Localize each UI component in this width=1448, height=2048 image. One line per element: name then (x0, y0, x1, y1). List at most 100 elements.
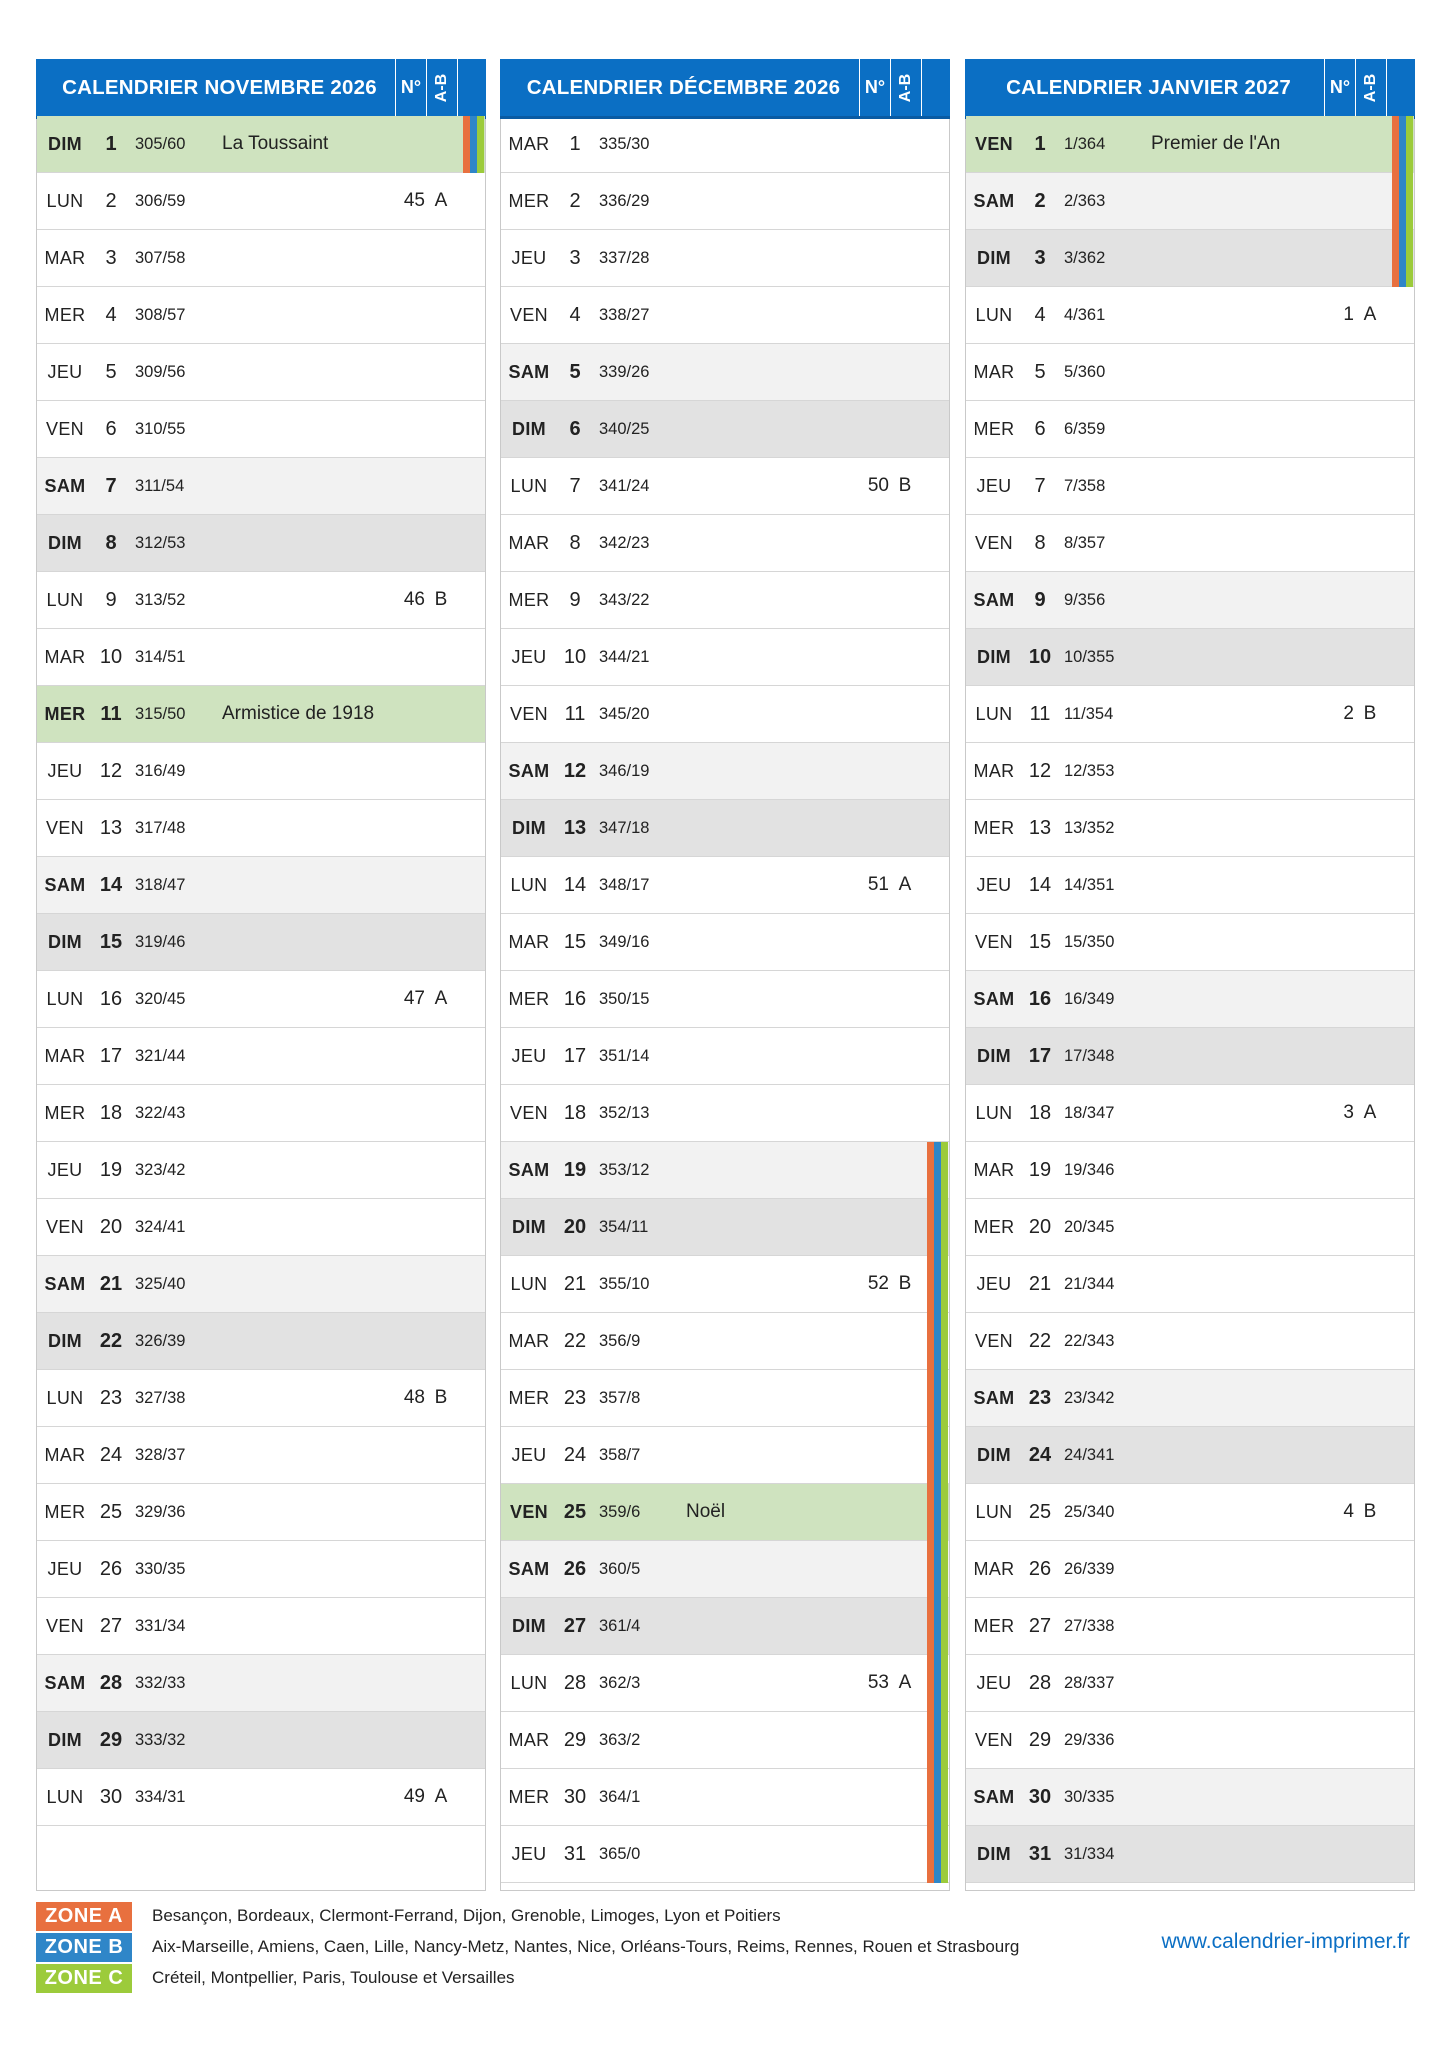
day-of-year: 343/22 (599, 590, 650, 609)
day-of-week: DIM (512, 418, 546, 439)
zone-b-bar (1399, 173, 1406, 230)
day-of-week: DIM (512, 1615, 546, 1636)
zone-a-bar (927, 1256, 934, 1313)
day-number: 25 (99, 1500, 123, 1523)
day-of-year: 308/57 (135, 305, 186, 324)
day-row: VEN 25 359/6 Noël (501, 1484, 949, 1541)
school-holiday-zones (927, 1256, 949, 1313)
day-of-year: 312/53 (135, 533, 186, 552)
day-row: MAR 24 328/37 (37, 1427, 485, 1484)
day-of-year: 7/358 (1064, 476, 1106, 495)
day-of-week: LUN (510, 475, 548, 496)
day-of-week: SAM (44, 1273, 86, 1294)
day-of-week: VEN (975, 532, 1013, 553)
month-december: CALENDRIER DÉCEMBRE 2026 N° A-B MAR 1 335/… (500, 59, 950, 1891)
day-row: JEU 31 365/0 (501, 1826, 949, 1883)
day-number: 5 (105, 360, 117, 383)
day-of-year: 316/49 (135, 761, 186, 780)
day-of-year: 6/359 (1064, 419, 1106, 438)
day-of-week: VEN (510, 1102, 548, 1123)
day-of-year: 22/343 (1064, 1331, 1115, 1350)
day-of-week: SAM (973, 589, 1015, 610)
day-number: 15 (563, 930, 587, 953)
day-of-year: 333/32 (135, 1730, 186, 1749)
day-of-week: SAM (44, 874, 86, 895)
day-row: MAR 17 321/44 (37, 1028, 485, 1085)
day-of-year: 310/55 (135, 419, 186, 438)
day-of-week: MER (44, 703, 86, 724)
school-holiday-zones (927, 1142, 949, 1199)
day-row: SAM 12 346/19 (501, 743, 949, 800)
day-of-year: 362/3 (599, 1673, 641, 1692)
day-of-year: 361/4 (599, 1616, 641, 1635)
day-number: 16 (563, 987, 587, 1010)
day-number: 11 (564, 702, 586, 725)
day-of-week: LUN (975, 304, 1013, 325)
day-row: SAM 14 318/47 (37, 857, 485, 914)
day-of-week: JEU (47, 1558, 83, 1579)
day-row: SAM 16 16/349 (966, 971, 1414, 1028)
day-number: 17 (1028, 1044, 1052, 1067)
day-row: MER 6 6/359 (966, 401, 1414, 458)
day-of-week: JEU (976, 1273, 1012, 1294)
day-of-year: 306/59 (135, 191, 186, 210)
day-of-year: 339/26 (599, 362, 650, 381)
school-holiday-zones (1392, 116, 1414, 173)
zone-header (921, 59, 950, 116)
day-of-year: 15/350 (1064, 932, 1115, 951)
day-number: 16 (1028, 987, 1052, 1010)
school-holiday-zones (927, 1427, 949, 1484)
day-of-week: SAM (973, 1387, 1015, 1408)
day-of-week: DIM (977, 1843, 1011, 1864)
school-holiday-zones (927, 1370, 949, 1427)
day-row: VEN 6 310/55 (37, 401, 485, 458)
day-number: 13 (1028, 816, 1052, 839)
day-row: JEU 12 316/49 (37, 743, 485, 800)
day-of-year: 337/28 (599, 248, 650, 267)
week-number-header: N° (859, 59, 890, 116)
day-number: 15 (99, 930, 123, 953)
day-number: 29 (563, 1728, 587, 1751)
day-of-year: 359/6 (599, 1502, 641, 1521)
day-number: 15 (1028, 930, 1052, 953)
day-of-year: 344/21 (599, 647, 650, 666)
zone-a-bar (927, 1199, 934, 1256)
day-of-year: 347/18 (599, 818, 650, 837)
day-row: LUN 28 362/3 53 A (501, 1655, 949, 1712)
day-of-week: DIM (512, 1216, 546, 1237)
day-number: 19 (99, 1158, 123, 1181)
zone-c-bar (941, 1541, 948, 1598)
day-of-year: 341/24 (599, 476, 650, 495)
day-row: SAM 19 353/12 (501, 1142, 949, 1199)
day-of-year: 320/45 (135, 989, 186, 1008)
day-number: 21 (563, 1272, 587, 1295)
day-row: LUN 25 25/340 4 B (966, 1484, 1414, 1541)
day-number: 10 (563, 645, 587, 668)
day-of-year: 25/340 (1064, 1502, 1115, 1521)
day-of-year: 17/348 (1064, 1046, 1115, 1065)
day-row: SAM 9 9/356 (966, 572, 1414, 629)
legend-zone-c: ZONE C Créteil, Montpellier, Paris, Toul… (36, 1963, 1019, 1993)
day-of-year: 324/41 (135, 1217, 186, 1236)
day-of-year: 325/40 (135, 1274, 186, 1293)
week-number: 47 (403, 988, 425, 1009)
website-link[interactable]: www.calendrier-imprimer.fr (1161, 1930, 1410, 1954)
day-of-week: SAM (44, 475, 86, 496)
day-of-week: LUN (46, 190, 84, 211)
week-number: 52 (867, 1273, 889, 1294)
day-of-year: 318/47 (135, 875, 186, 894)
day-row: VEN 1 1/364 Premier de l'An (966, 116, 1414, 173)
day-number: 19 (1028, 1158, 1052, 1181)
day-row: MAR 22 356/9 (501, 1313, 949, 1370)
day-of-week: SAM (44, 1672, 86, 1693)
day-row: LUN 9 313/52 46 B (37, 572, 485, 629)
day-number: 23 (1028, 1386, 1052, 1409)
day-of-week: DIM (48, 133, 82, 154)
day-of-year: 335/30 (599, 134, 650, 153)
day-row: JEU 7 7/358 (966, 458, 1414, 515)
day-number: 3 (105, 246, 117, 269)
zone-b-bar (934, 1370, 941, 1427)
zone-b-bar (934, 1313, 941, 1370)
day-of-year: 322/43 (135, 1103, 186, 1122)
day-of-year: 28/337 (1064, 1673, 1115, 1692)
